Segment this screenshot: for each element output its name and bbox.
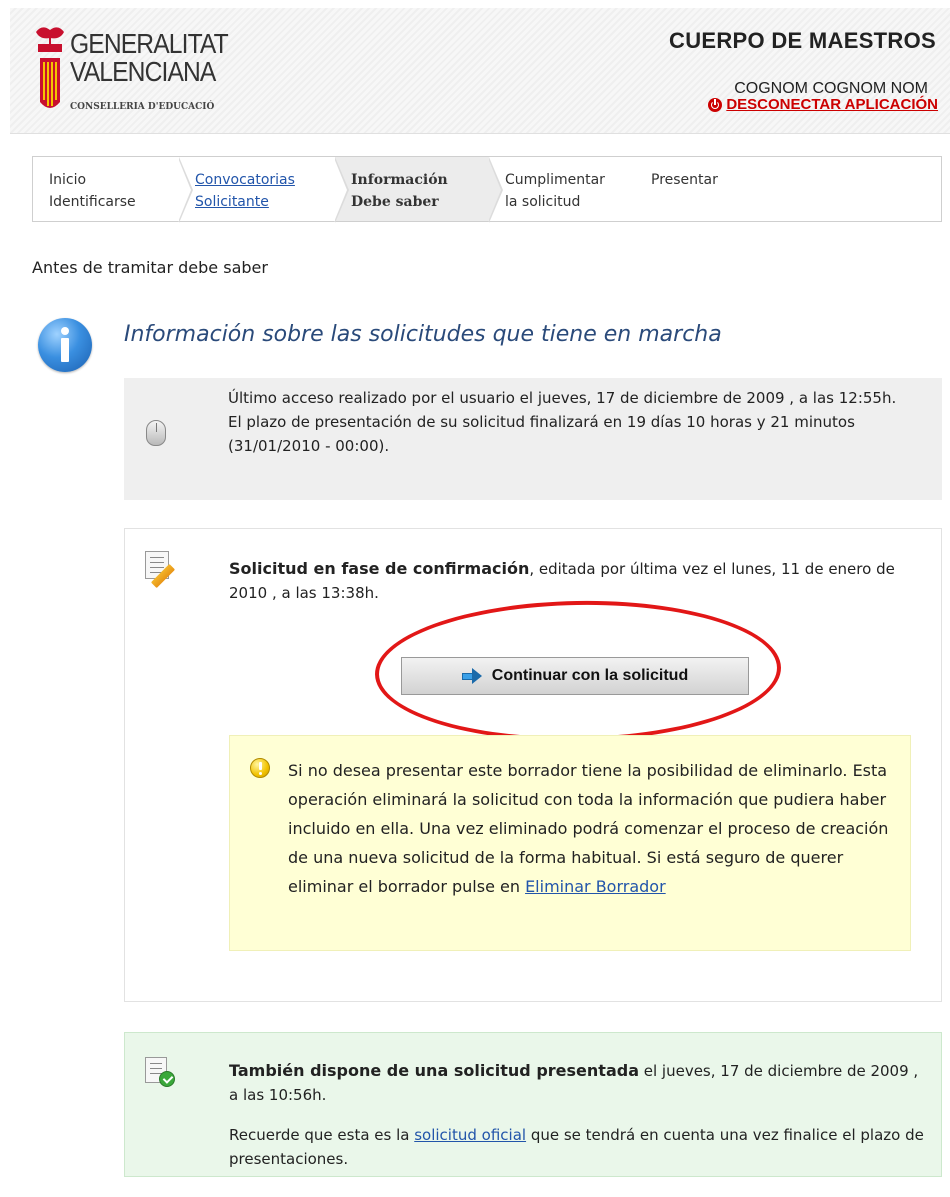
- note-before: Recuerde que esta es la: [229, 1126, 415, 1144]
- draft-status-title: Solicitud en fase de confirmación: [229, 559, 530, 578]
- step-line-1: Presentar: [651, 172, 718, 188]
- last-access-line: Último acceso realizado por el usuario e…: [228, 389, 897, 407]
- step-inicio: Inicio Identificarse: [33, 157, 193, 223]
- power-icon: [708, 97, 723, 112]
- step-cumplimentar: Cumplimentar la solicitud: [489, 157, 635, 221]
- official-application-link[interactable]: solicitud oficial: [414, 1126, 526, 1144]
- delete-draft-warning: Si no desea presentar este borrador tien…: [229, 735, 911, 951]
- mouse-icon: [146, 420, 166, 446]
- step-line-2: la solicitud: [505, 194, 581, 210]
- submitted-status-title: También dispone de una solicitud present…: [229, 1061, 639, 1080]
- warning-message: Si no desea presentar este borrador tien…: [288, 761, 889, 896]
- logout-link[interactable]: DESCONECTAR APLICACIÓN: [708, 96, 938, 113]
- logout-label: DESCONECTAR APLICACIÓN: [726, 96, 938, 113]
- step-presentar: Presentar: [635, 157, 941, 221]
- check-icon: [159, 1071, 175, 1087]
- app-title: CUERPO DE MAESTROS: [669, 28, 936, 53]
- section-title: Antes de tramitar debe saber: [32, 258, 268, 277]
- step-line-1: Inicio: [49, 172, 87, 188]
- step-line-2: Identificarse: [49, 194, 136, 210]
- info-icon: [38, 318, 92, 372]
- coat-of-arms-icon: [36, 27, 64, 108]
- generalitat-logo: GENERALITAT VALENCIANA CONSELLERIA D'EDU…: [30, 22, 240, 132]
- logo-line-2: VALENCIANA: [70, 56, 216, 87]
- wizard-steps: Inicio Identificarse Convocatorias Solic…: [32, 156, 942, 223]
- step-informacion-active: Información Debe saber: [335, 157, 503, 223]
- draft-status-text: Solicitud en fase de confirmación, edita…: [229, 557, 919, 605]
- submitted-note: Recuerde que esta es la solicitud oficia…: [229, 1123, 929, 1171]
- draft-application-panel: Solicitud en fase de confirmación, edita…: [124, 528, 942, 1002]
- delete-draft-link[interactable]: Eliminar Borrador: [525, 877, 666, 896]
- step-line-2[interactable]: Solicitante: [195, 194, 269, 210]
- step-line-2: Debe saber: [351, 194, 439, 210]
- step-line-1[interactable]: Convocatorias: [195, 172, 295, 188]
- page-header: GENERALITAT VALENCIANA CONSELLERIA D'EDU…: [10, 8, 950, 134]
- logo-subtitle: CONSELLERIA D'EDUCACIÓ: [70, 102, 215, 112]
- deadline-line: El plazo de presentación de su solicitud…: [228, 413, 855, 455]
- arrow-right-icon: [461, 668, 482, 684]
- continue-button-label: Continuar con la solicitud: [491, 667, 689, 684]
- last-access-panel: Último acceso realizado por el usuario e…: [124, 378, 942, 500]
- submitted-status-text: También dispone de una solicitud present…: [229, 1059, 929, 1107]
- warning-text: Si no desea presentar este borrador tien…: [288, 756, 898, 901]
- step-convocatorias[interactable]: Convocatorias Solicitante: [179, 157, 349, 223]
- info-heading: Información sobre las solicitudes que ti…: [124, 322, 722, 347]
- step-line-1: Cumplimentar: [505, 172, 605, 188]
- last-access-text: Último acceso realizado por el usuario e…: [228, 386, 928, 458]
- warning-icon: [250, 758, 270, 778]
- submitted-application-panel: También dispone de una solicitud present…: [124, 1032, 942, 1177]
- continue-application-button[interactable]: Continuar con la solicitud: [401, 657, 749, 695]
- step-line-1: Información: [351, 172, 448, 188]
